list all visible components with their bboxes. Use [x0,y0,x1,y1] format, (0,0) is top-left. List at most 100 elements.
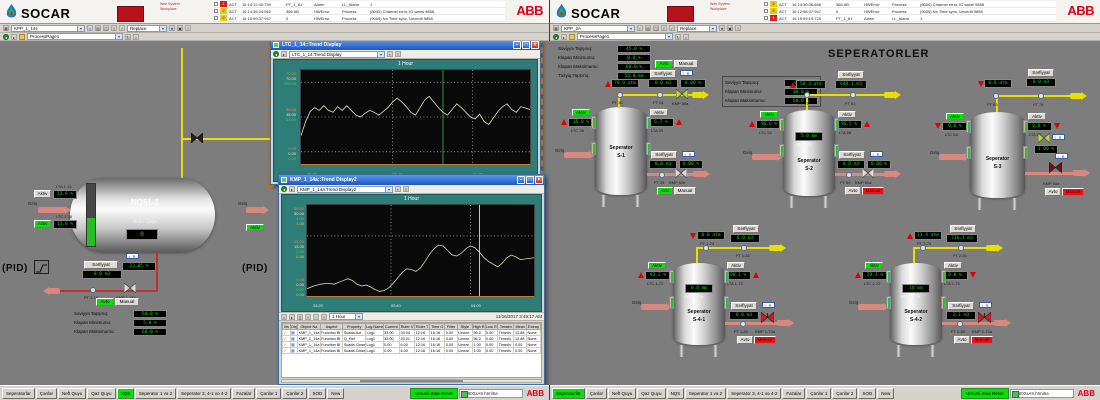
alarm-checkbox-icon[interactable] [764,9,768,13]
taskbar-button[interactable]: Fazalar [232,388,255,399]
trend-table-row[interactable]: ✓▦KMP_1_14aFunction BlScada.CloseLog10.0… [283,348,541,354]
alarm-row[interactable]: 2ACT16 15:59:37:9470HWErrorProcess(9000)… [214,15,505,22]
aktiv-button[interactable]: Aktiv [34,190,51,198]
alarm-row[interactable]: 2ACT16 12:58:37:9470HWErrorProcess(9000)… [764,8,1056,15]
transmitter-icon[interactable] [617,92,623,98]
home-icon[interactable]: ⌂ [133,34,139,40]
serfiyyat-button[interactable]: Sərfiyyat [731,302,757,310]
valve-icon[interactable] [1038,133,1050,143]
separator-vessel[interactable]: Seperator S-2 [783,110,835,196]
alarm-row[interactable]: 1ACT16 14:12:40:759PT_1_81AlarmLL_Alarm1 [214,1,505,8]
taskbar-button[interactable]: Çənlər [36,388,57,399]
aktiv-button[interactable]: Aktiv [946,113,964,120]
aktiv-button[interactable]: Aktiv [760,111,778,118]
valve-icon[interactable] [675,168,687,178]
manual-button[interactable]: Manual [674,60,698,68]
pin-icon[interactable]: ▪ [395,186,401,192]
indication-mode-icon[interactable]: I R [762,302,775,308]
favorites-icon[interactable]: ★ [169,25,175,31]
close-button[interactable]: × [535,176,543,184]
taskbar-button[interactable]: Qaz Quyu [637,388,665,399]
forward-icon[interactable]: ▸ [561,34,567,40]
taskbar-button[interactable]: New [877,388,894,399]
serfiyyat-button[interactable]: Sərfiyyat [1028,69,1054,77]
close-button[interactable]: × [531,41,539,49]
taskbar-button[interactable]: Neft Quyu [58,388,86,399]
indication-mode-icon[interactable]: I R [680,70,693,76]
zoom-in-icon[interactable]: + [305,314,311,320]
avto-button[interactable]: Avto [737,336,753,344]
aktiv-button[interactable]: Aktiv [838,111,856,118]
transmitter-icon[interactable] [1038,93,1044,99]
filter-icon[interactable]: ≡ [661,25,667,31]
taskbar-button[interactable]: Seperator 1 və 2 [135,388,176,399]
aktiv-button[interactable]: Aktiv [865,262,883,269]
serfiyyat-button[interactable]: Sərfiyyat [650,70,676,78]
forward-icon[interactable]: ▸ [289,186,295,192]
manual-button[interactable]: Manual [754,336,776,344]
transmitter-icon[interactable] [957,321,963,327]
back-icon[interactable]: ◂ [281,186,287,192]
taskbar-button[interactable]: Neft Quyu [608,388,636,399]
alarm-banner[interactable] [667,6,694,22]
avto-button[interactable]: Avto [845,187,861,195]
avto-button[interactable]: Avto [657,187,673,195]
prev-icon[interactable]: « [281,314,287,320]
forward-icon[interactable]: ▸ [281,51,287,57]
chart-icon[interactable]: ▤ [95,25,101,31]
avto-button[interactable]: Avto [655,60,673,68]
indication-mode-icon[interactable]: I R [126,253,139,259]
aspect-combo[interactable]: KPP_1_14s [11,25,85,32]
folder-icon[interactable] [19,34,25,40]
transmitter-icon[interactable] [993,93,999,99]
alarm-reset-button[interactable]: Umumi Zəta Reset [961,388,1009,399]
indication-mode-icon[interactable]: I R [870,151,883,157]
taskbar-button[interactable]: Çənlər 1 [256,388,281,399]
range-combo[interactable]: 1 Hour [329,313,363,320]
avto-button[interactable]: Avto [1045,188,1061,196]
aspect-icon[interactable]: ▦ [3,25,9,31]
title-bar[interactable]: KMP_1_14a::Trend Display2 –□× [279,175,544,185]
alarm-banner[interactable] [117,6,144,22]
faceplate-icon[interactable]: ◫ [653,25,659,31]
transmitter-icon[interactable] [804,92,810,98]
taskbar-button[interactable]: Çənlər 2 [832,388,857,399]
chart-plot[interactable] [306,204,535,297]
pin-icon[interactable]: ▪ [87,25,93,31]
taskbar-button[interactable]: NQ5 [117,388,134,399]
manual-button[interactable]: Manual [862,187,884,195]
serfiyyat-button[interactable]: Sərfiyyat [651,151,677,159]
pause-icon[interactable]: ∥ [297,314,303,320]
valve-icon[interactable] [676,89,688,99]
aktiv-button[interactable]: Aktiv [572,109,590,116]
separator-vessel[interactable]: Seperator S-4-2 [890,263,942,345]
serfiyyat-button[interactable]: Sərfiyyat [838,71,864,79]
print-icon[interactable]: ▣ [177,25,183,31]
taskbar-button[interactable]: Seperatorlar [552,388,585,399]
indication-mode-icon[interactable]: I R [1052,134,1065,140]
transmitter-icon[interactable] [846,172,852,178]
valve-icon[interactable] [761,312,774,323]
taskbar-button[interactable]: Seperator 3, 4-1 və 4-2 [727,388,781,399]
serfiyyat-button[interactable]: Sərfiyyat [839,151,865,159]
alarm-checkbox-icon[interactable] [764,16,768,20]
taskbar-button[interactable]: New [327,388,344,399]
taskbar-button[interactable]: Qaz Quyu [87,388,115,399]
alarm-reset-button[interactable]: Umumi Zəta Reset [410,388,458,399]
acknowledge-icon[interactable]: ✓ [119,25,125,31]
taskbar-button[interactable]: Seperator 1 və 2 [685,388,726,399]
valve-icon[interactable] [191,133,203,143]
transmitter-icon[interactable] [657,92,663,98]
refresh-icon[interactable]: ↻ [125,34,131,40]
taskbar-button[interactable]: SOD [308,388,326,399]
settings-icon[interactable]: ≡ [395,51,401,57]
minimize-button[interactable]: – [513,41,521,49]
trend-combo[interactable]: KMP_1_14a:Trend Display2 [297,186,393,193]
taskbar-button[interactable]: Çənlər 2 [282,388,307,399]
trend-combo[interactable]: LTC_1_14:Trend Display [289,51,385,58]
indication-mode-icon[interactable]: I R [682,151,695,157]
transmitter-icon[interactable] [741,245,747,251]
indication-mode-icon[interactable]: I R [979,302,992,308]
valve-icon[interactable] [978,312,991,323]
manual-button[interactable]: Manual [674,187,696,195]
